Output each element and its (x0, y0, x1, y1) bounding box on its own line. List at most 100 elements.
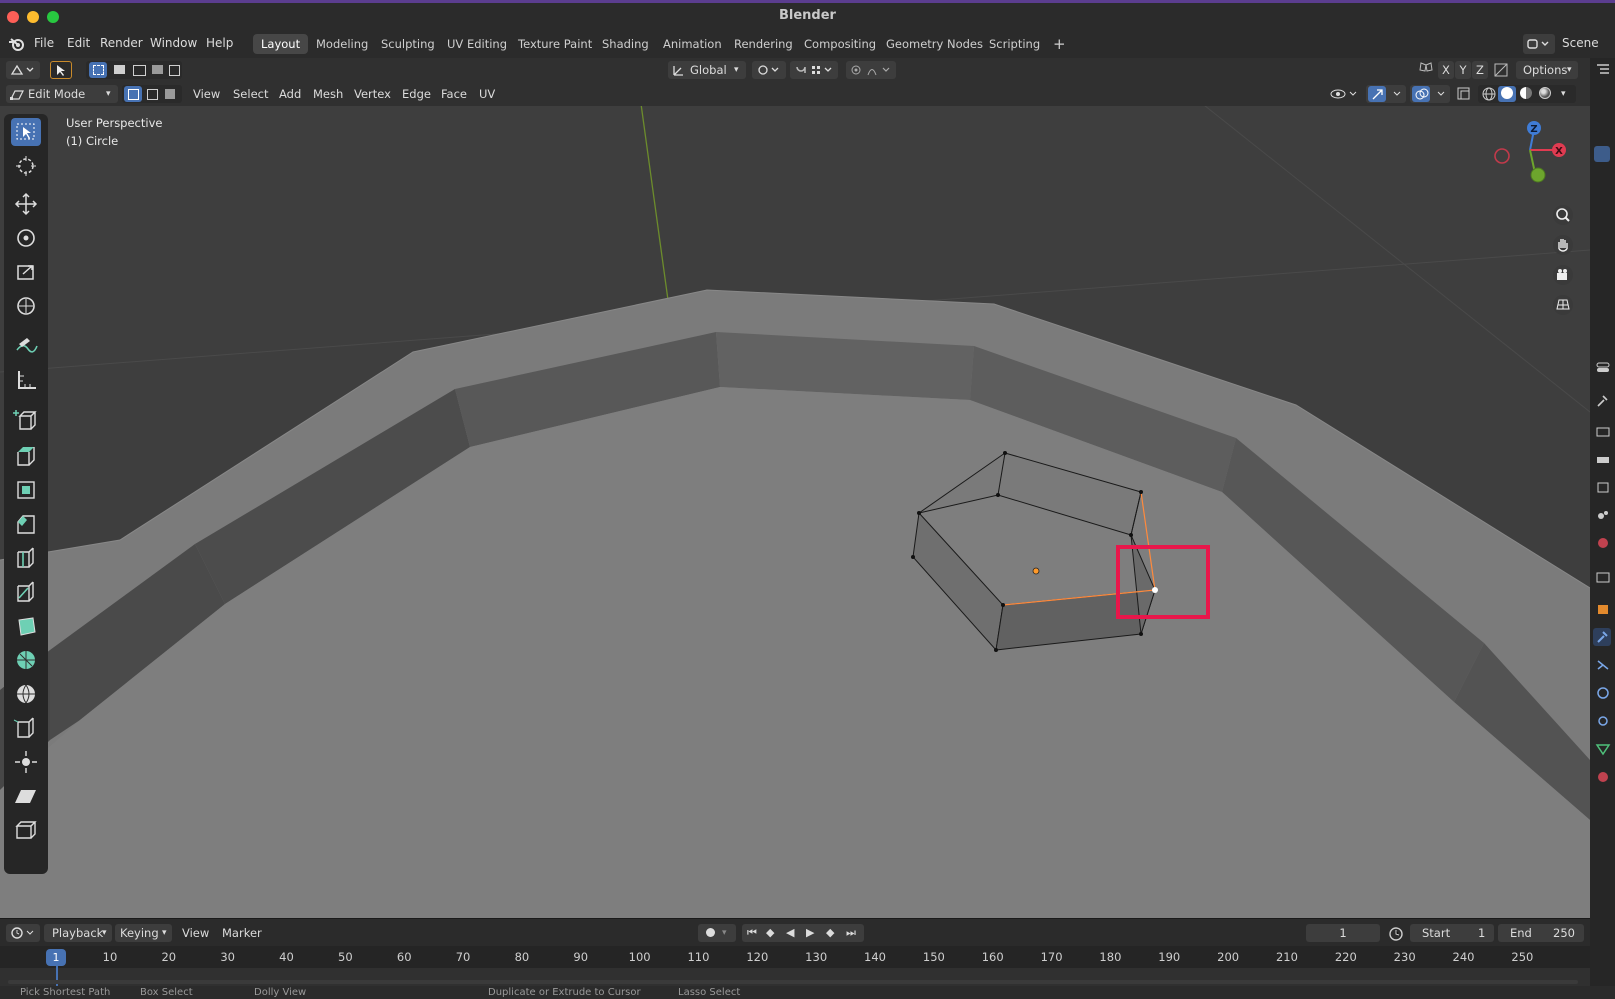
tool-settings-icon[interactable] (1595, 360, 1611, 374)
pan-hand-icon[interactable] (1552, 234, 1574, 256)
tool-bevel[interactable] (11, 510, 41, 538)
tool-poly-build[interactable] (11, 612, 41, 640)
edge-select-icon[interactable] (147, 89, 158, 100)
tab-animation[interactable]: Animation (655, 34, 730, 54)
add-workspace-button[interactable]: + (1045, 34, 1074, 54)
playhead-indicator[interactable]: 1 (46, 949, 66, 966)
editor-type-button[interactable] (6, 61, 40, 79)
menu-uv[interactable]: UV (479, 87, 495, 101)
tab-scripting[interactable]: Scripting (981, 34, 1048, 54)
3d-viewport[interactable]: User Perspective (1) Circle Z X (0, 106, 1590, 918)
mirror-z-toggle[interactable]: Z (1472, 61, 1488, 79)
prev-keyframe-icon[interactable]: ◆ (766, 924, 774, 942)
timeline-editor-type-button[interactable] (6, 924, 40, 942)
blender-logo-icon[interactable] (8, 36, 26, 52)
timeline-menu-view[interactable]: View (182, 926, 209, 940)
timeline-scrollbar[interactable] (8, 980, 1578, 984)
proportional-editing-group[interactable] (846, 61, 896, 79)
tool-measure[interactable] (11, 366, 41, 394)
outliner-list-icon[interactable] (1595, 62, 1611, 76)
tab-compositing[interactable]: Compositing (796, 34, 884, 54)
tab-modeling[interactable]: Modeling (308, 34, 376, 54)
viewport-scene[interactable] (0, 106, 1590, 918)
tool-smooth[interactable] (11, 680, 41, 708)
wireframe-shading-icon[interactable] (1482, 87, 1496, 101)
select-tool-button[interactable] (50, 61, 72, 79)
end-frame-field[interactable]: End 250 (1498, 924, 1584, 942)
xray-toggle-icon[interactable] (1456, 86, 1472, 102)
physics-icon[interactable] (1595, 686, 1611, 700)
tool-inset[interactable] (11, 476, 41, 504)
item-tab[interactable] (1594, 146, 1610, 162)
tab-rendering[interactable]: Rendering (726, 34, 801, 54)
tool-knife[interactable] (11, 578, 41, 606)
current-frame-field[interactable]: 1 (1306, 924, 1380, 942)
tool-wrench-icon[interactable] (1595, 394, 1611, 408)
face-select-icon[interactable] (165, 89, 175, 99)
output-printer-icon[interactable] (1595, 452, 1611, 466)
tool-rip-region[interactable] (11, 816, 41, 844)
select-invert-icon[interactable] (152, 65, 163, 74)
menu-vertex[interactable]: Vertex (354, 87, 391, 101)
keying-dropdown[interactable]: Keying ▾ (115, 924, 172, 942)
snapping-group[interactable] (790, 61, 838, 79)
render-camera-icon[interactable] (1595, 424, 1611, 438)
tool-cursor[interactable] (11, 152, 41, 180)
menu-add[interactable]: Add (279, 87, 301, 101)
select-extend-icon[interactable] (114, 65, 125, 74)
material-icon[interactable] (1595, 770, 1611, 784)
tool-edge-slide[interactable] (11, 714, 41, 742)
chevron-down-icon[interactable]: ▾ (1561, 85, 1566, 103)
visibility-eye-icon[interactable] (1330, 86, 1360, 102)
start-frame-field[interactable]: Start 1 (1410, 924, 1494, 942)
tab-shading[interactable]: Shading (594, 34, 657, 54)
camera-icon[interactable] (1552, 264, 1574, 286)
tool-loop-cut[interactable] (11, 544, 41, 572)
timeline-ruler[interactable]: 1 10 20 30 40 50 60 70 80 90 100 110 120 130 140 150 16… (0, 946, 1590, 986)
menu-window[interactable]: Window (150, 36, 197, 50)
tool-rotate[interactable] (11, 224, 41, 252)
tool-annotate[interactable] (11, 332, 41, 360)
select-intersect-icon[interactable] (169, 65, 180, 76)
tool-shear[interactable] (11, 782, 41, 810)
zoom-icon[interactable] (1552, 204, 1574, 226)
options-dropdown[interactable]: Options ▾ (1516, 61, 1578, 79)
tool-add-cube[interactable] (11, 406, 41, 434)
menu-select[interactable]: Select (233, 87, 268, 101)
particles-icon[interactable] (1595, 658, 1611, 672)
overlays-toggle-group[interactable] (1410, 85, 1450, 103)
tool-transform[interactable] (11, 292, 41, 320)
menu-view[interactable]: View (193, 87, 220, 101)
jump-end-icon[interactable]: ⏭ (846, 924, 856, 942)
play-icon[interactable]: ▶ (806, 924, 814, 942)
mirror-y-toggle[interactable]: Y (1455, 61, 1471, 79)
tab-geometry-nodes[interactable]: Geometry Nodes (878, 34, 991, 54)
view-layer-icon[interactable] (1595, 480, 1611, 494)
rendered-shading-icon[interactable] (1539, 87, 1551, 99)
menu-edit[interactable]: Edit (67, 36, 90, 50)
tool-scale[interactable] (11, 258, 41, 286)
scene-props-icon[interactable] (1595, 508, 1611, 522)
pivot-point-dropdown[interactable] (752, 61, 786, 79)
menu-render[interactable]: Render (100, 36, 143, 50)
tool-move[interactable] (11, 190, 41, 218)
constraints-icon[interactable] (1595, 714, 1611, 728)
menu-face[interactable]: Face (441, 87, 467, 101)
tool-spin[interactable] (11, 646, 41, 674)
jump-start-icon[interactable]: ⏮ (747, 924, 757, 942)
mirror-x-toggle[interactable]: X (1438, 61, 1454, 79)
tab-texture-paint[interactable]: Texture Paint (510, 34, 600, 54)
tab-sculpting[interactable]: Sculpting (373, 34, 443, 54)
world-icon[interactable] (1595, 536, 1611, 550)
menu-help[interactable]: Help (206, 36, 233, 50)
menu-edge[interactable]: Edge (402, 87, 431, 101)
play-reverse-icon[interactable]: ◀ (786, 924, 794, 942)
navigation-gizmo[interactable]: Z X (1488, 118, 1568, 190)
transform-orientation-dropdown[interactable]: Global ▾ (668, 61, 746, 79)
next-keyframe-icon[interactable]: ◆ (826, 924, 834, 942)
gizmo-toggle-group[interactable] (1366, 85, 1406, 103)
playback-dropdown[interactable]: Playback ▾ (44, 924, 112, 942)
tab-uv-editing[interactable]: UV Editing (439, 34, 515, 54)
topology-mirror-icon[interactable] (1493, 62, 1509, 78)
tool-select-box[interactable] (11, 118, 41, 146)
